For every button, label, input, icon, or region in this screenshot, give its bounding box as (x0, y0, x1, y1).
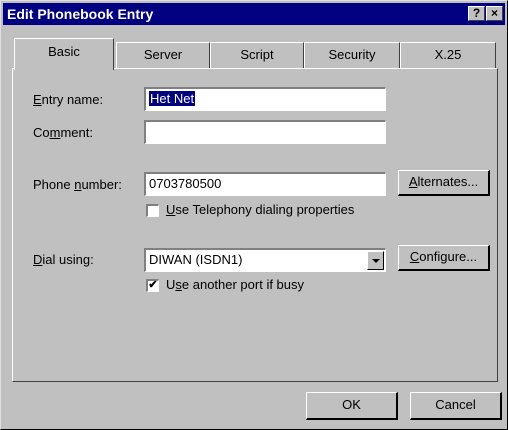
entry-name-field[interactable]: Het Net (144, 87, 386, 111)
tab-x25[interactable]: X.25 (400, 42, 496, 68)
comment-field[interactable] (144, 120, 386, 144)
phone-number-field[interactable]: 0703780500 (144, 172, 386, 196)
ok-button[interactable]: OK (306, 392, 398, 420)
another-port-checkbox-label[interactable]: Use another port if busy (166, 277, 304, 292)
tab-server[interactable]: Server (116, 42, 210, 68)
dial-using-label: Dial using: (33, 252, 94, 267)
another-port-check-mark: ✔ (148, 279, 158, 291)
configure-button[interactable]: Configure... (398, 245, 490, 271)
dial-using-select[interactable]: DIWAN (ISDN1) (144, 248, 386, 272)
phone-number-label: Phone number: (33, 177, 122, 192)
tab-security[interactable]: Security (304, 42, 400, 68)
entry-name-label: Entry name: (33, 92, 104, 107)
entry-name-value: Het Net (149, 91, 196, 106)
telephony-checkbox-label[interactable]: Use Telephony dialing properties (166, 202, 354, 217)
basic-tab-panel (12, 68, 498, 382)
dropdown-arrow-icon[interactable] (367, 251, 384, 270)
dial-using-value: DIWAN (ISDN1) (149, 252, 243, 267)
cancel-button[interactable]: Cancel (410, 392, 502, 420)
telephony-checkbox[interactable] (146, 204, 159, 217)
tab-script[interactable]: Script (210, 42, 304, 68)
comment-label: Comment: (33, 125, 93, 140)
another-port-checkbox[interactable]: ✔ (146, 279, 159, 292)
tab-strip: Basic Server Script Security X.25 (0, 0, 508, 70)
tab-basic[interactable]: Basic (14, 38, 114, 70)
alternates-button[interactable]: Alternates... (398, 170, 490, 196)
